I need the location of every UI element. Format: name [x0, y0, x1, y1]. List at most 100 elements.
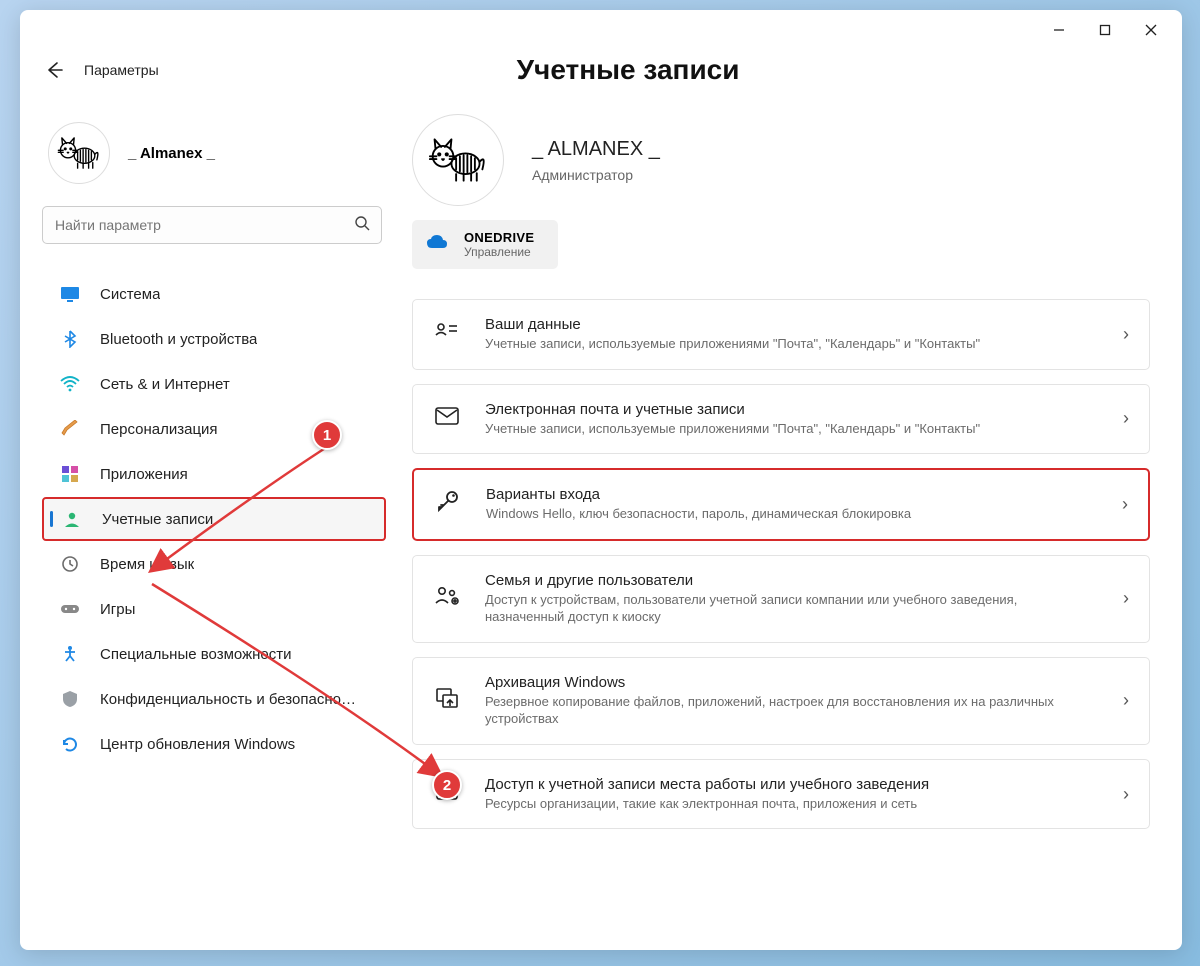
onedrive-card[interactable]: ONEDRIVE Управление [412, 220, 558, 269]
card-text: Электронная почта и учетные записи Учетн… [485, 401, 1099, 438]
minimize-button[interactable] [1036, 14, 1082, 46]
nav-accessibility[interactable]: Специальные возможности [42, 632, 386, 676]
display-icon [58, 284, 82, 304]
chevron-right-icon: › [1123, 690, 1129, 711]
nav-privacy[interactable]: Конфиденциальность и безопасность [42, 677, 386, 721]
update-icon [58, 734, 82, 754]
people-icon [433, 585, 461, 613]
nav-label: Время и язык [100, 556, 194, 573]
cloud-icon [426, 234, 448, 255]
chevron-right-icon: › [1123, 784, 1129, 805]
main-content: _ ALMANEX _ Администратор ONEDRIVE Управ… [400, 94, 1178, 950]
nav-label: Сеть & и Интернет [100, 376, 230, 393]
nav-label: Bluetooth и устройства [100, 331, 257, 348]
maximize-button[interactable] [1082, 14, 1128, 46]
card-title: Электронная почта и учетные записи [485, 401, 1099, 418]
card-text: Варианты входа Windows Hello, ключ безоп… [486, 486, 1098, 523]
nav-apps[interactable]: Приложения [42, 452, 386, 496]
nav-label: Конфиденциальность и безопасность [100, 691, 360, 708]
back-button[interactable] [42, 58, 66, 82]
annotation-badge-2: 2 [432, 770, 462, 800]
nav-label: Учетные записи [102, 511, 213, 528]
page-title: Учетные записи [517, 54, 740, 86]
card-sub: Резервное копирование файлов, приложений… [485, 693, 1099, 728]
sidebar: _ Almanex _ Система Bluetooth и устройст… [20, 94, 400, 950]
settings-window: Параметры Учетные записи [20, 10, 1182, 950]
sidebar-username: _ Almanex _ [128, 145, 215, 162]
wifi-icon [58, 374, 82, 394]
card-title: Варианты входа [486, 486, 1098, 503]
card-family[interactable]: Семья и другие пользователи Доступ к уст… [412, 555, 1150, 643]
titlebar [20, 10, 1182, 50]
key-icon [434, 489, 462, 519]
nav-label: Персонализация [100, 421, 218, 438]
nav: Система Bluetooth и устройства Сеть & и … [42, 272, 386, 766]
card-title: Доступ к учетной записи места работы или… [485, 776, 1099, 793]
sidebar-user-card[interactable]: _ Almanex _ [42, 114, 386, 206]
card-sub: Доступ к устройствам, пользователи учетн… [485, 591, 1099, 626]
onedrive-sub: Управление [464, 245, 534, 259]
nav-label: Система [100, 286, 160, 303]
avatar [48, 122, 110, 184]
card-email-accounts[interactable]: Электронная почта и учетные записи Учетн… [412, 384, 1150, 455]
chevron-right-icon: › [1123, 408, 1129, 429]
card-sub: Учетные записи, используемые приложениям… [485, 420, 1099, 438]
brush-icon [58, 419, 82, 439]
nav-accounts[interactable]: Учетные записи [42, 497, 386, 541]
onedrive-title: ONEDRIVE [464, 230, 534, 245]
card-signin-options[interactable]: Варианты входа Windows Hello, ключ безоп… [412, 468, 1150, 541]
nav-label: Специальные возможности [100, 646, 292, 663]
id-icon [433, 321, 461, 347]
mail-icon [433, 407, 461, 431]
nav-update[interactable]: Центр обновления Windows [42, 722, 386, 766]
onedrive-text: ONEDRIVE Управление [464, 230, 534, 259]
card-title: Семья и другие пользователи [485, 572, 1099, 589]
card-work-school[interactable]: Доступ к учетной записи места работы или… [412, 759, 1150, 830]
card-your-info[interactable]: Ваши данные Учетные записи, используемые… [412, 299, 1150, 370]
card-sub: Учетные записи, используемые приложениям… [485, 335, 1099, 353]
card-sub: Windows Hello, ключ безопасности, пароль… [486, 505, 1098, 523]
card-title: Ваши данные [485, 316, 1099, 333]
app-title: Параметры [84, 62, 159, 78]
nav-label: Приложения [100, 466, 188, 483]
profile-role: Администратор [532, 167, 660, 183]
nav-gaming[interactable]: Игры [42, 587, 386, 631]
card-title: Архивация Windows [485, 674, 1099, 691]
nav-system[interactable]: Система [42, 272, 386, 316]
search-box [42, 206, 382, 244]
profile-row: _ ALMANEX _ Администратор [412, 114, 1150, 206]
nav-label: Центр обновления Windows [100, 736, 295, 753]
nav-label: Игры [100, 601, 135, 618]
chevron-right-icon: › [1123, 324, 1129, 345]
card-text: Семья и другие пользователи Доступ к уст… [485, 572, 1099, 626]
body: _ Almanex _ Система Bluetooth и устройст… [20, 94, 1182, 950]
profile-name: _ ALMANEX _ [532, 138, 660, 161]
annotation-badge-1: 1 [312, 420, 342, 450]
cat-icon [57, 135, 101, 171]
chevron-right-icon: › [1123, 588, 1129, 609]
cat-icon [428, 135, 488, 185]
search-input[interactable] [42, 206, 382, 244]
chevron-right-icon: › [1122, 494, 1128, 515]
nav-network[interactable]: Сеть & и Интернет [42, 362, 386, 406]
person-icon [60, 509, 84, 529]
card-text: Ваши данные Учетные записи, используемые… [485, 316, 1099, 353]
profile-avatar[interactable] [412, 114, 504, 206]
backup-icon [433, 687, 461, 715]
card-text: Архивация Windows Резервное копирование … [485, 674, 1099, 728]
gamepad-icon [58, 599, 82, 619]
search-icon [354, 215, 370, 236]
header: Параметры Учетные записи [20, 50, 1182, 94]
clock-icon [58, 554, 82, 574]
card-backup[interactable]: Архивация Windows Резервное копирование … [412, 657, 1150, 745]
nav-timelang[interactable]: Время и язык [42, 542, 386, 586]
bluetooth-icon [58, 329, 82, 349]
card-text: Доступ к учетной записи места работы или… [485, 776, 1099, 813]
close-button[interactable] [1128, 14, 1174, 46]
shield-icon [58, 689, 82, 709]
card-sub: Ресурсы организации, такие как электронн… [485, 795, 1099, 813]
apps-icon [58, 464, 82, 484]
profile-text: _ ALMANEX _ Администратор [532, 138, 660, 183]
nav-bluetooth[interactable]: Bluetooth и устройства [42, 317, 386, 361]
accessibility-icon [58, 644, 82, 664]
